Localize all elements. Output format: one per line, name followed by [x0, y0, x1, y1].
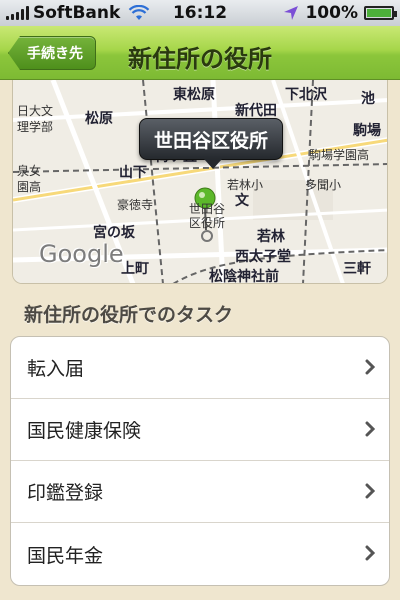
- chevron-right-icon: [365, 483, 375, 499]
- map-label-senju: 泉女: [17, 164, 42, 178]
- battery-icon: [364, 6, 397, 20]
- map-label-nichidai-1: 日大文: [17, 104, 54, 118]
- battery-percent: 100%: [305, 3, 358, 23]
- map-label-shoin: 松陰神社前: [209, 269, 279, 284]
- map-label-shindaita: 新代田: [235, 103, 277, 119]
- status-bar: SoftBank 16:12 100%: [0, 0, 400, 26]
- map-label-gotokuji: 豪徳寺: [117, 198, 154, 212]
- map-pin-callout[interactable]: 世田谷区役所: [139, 118, 283, 169]
- navigation-bar: 手続き先 新住所の役所: [0, 26, 400, 80]
- task-item-kokumin-kenko-hoken[interactable]: 国民健康保険: [11, 399, 389, 461]
- map-label-nichidai-2: 理学部: [17, 120, 54, 134]
- task-section-header: 新住所の役所でのタスク: [24, 304, 234, 326]
- map-label-wakabayashi: 若林: [257, 229, 285, 245]
- task-label: 転入届: [27, 358, 85, 380]
- task-label: 国民健康保険: [27, 420, 142, 442]
- map-label-bun: 文: [235, 193, 249, 209]
- map-view[interactable]: 東松原 新代田 下北沢 池 松原 日大文 理学部 駒場 駒場学園高 梅ケ丘 山下…: [12, 80, 388, 284]
- map-label-miyanosaka: 宮の坂: [93, 225, 135, 241]
- map-label-tamon-sho: 多聞小: [305, 178, 342, 192]
- map-label-higashi-matsubara: 東松原: [173, 87, 215, 103]
- map-label-komaba-gakuen: 駒場学園高: [309, 148, 370, 162]
- map-label-yamashita: 山下: [119, 165, 147, 181]
- task-item-kokumin-nenkin[interactable]: 国民年金: [11, 523, 389, 585]
- task-item-inkan-toroku[interactable]: 印鑑登録: [11, 461, 389, 523]
- location-arrow-icon: [284, 6, 299, 20]
- map-label-komaba: 駒場: [353, 123, 381, 139]
- google-logo: Google: [39, 240, 124, 268]
- chevron-right-icon: [365, 359, 375, 375]
- page-title: 新住所の役所: [128, 45, 272, 73]
- task-item-tennyu[interactable]: 転入届: [11, 337, 389, 399]
- map-label-en: 園高: [17, 180, 42, 194]
- map-label-matsubara: 松原: [85, 111, 113, 127]
- map-label-setagaya-2: 区役所: [189, 216, 226, 230]
- task-label: 印鑑登録: [27, 482, 104, 504]
- map-label-kamimachi: 上町: [121, 261, 149, 277]
- chevron-right-icon: [365, 421, 375, 437]
- map-label-sangenjaya: 三軒: [343, 261, 371, 277]
- status-right: 100%: [283, 3, 397, 23]
- task-label: 国民年金: [27, 544, 104, 567]
- map-label-ike: 池: [361, 91, 375, 107]
- map-label-shimokitazawa: 下北沢: [285, 87, 327, 103]
- chevron-right-icon: [365, 545, 375, 561]
- map-label-nishitaishido: 西太子堂: [235, 249, 291, 265]
- task-list: 転入届 国民健康保険 印鑑登録 国民年金: [10, 336, 390, 586]
